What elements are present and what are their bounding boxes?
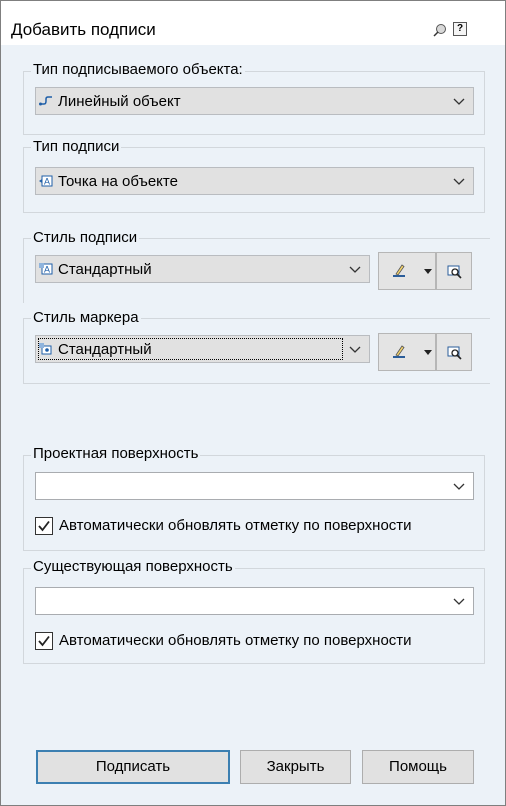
linear-object-icon (39, 96, 52, 106)
svg-text:A: A (44, 177, 50, 187)
edit-icon (393, 264, 405, 277)
label-type-dropdown[interactable]: A Точка на объекте (35, 167, 474, 195)
preview-icon (447, 346, 462, 360)
label-button[interactable]: Подписать (36, 750, 230, 784)
help-icon[interactable]: ? (453, 22, 467, 36)
label-style-value: Стандартный (58, 261, 152, 278)
design-auto-update-label: Автоматически обновлять отметку по повер… (59, 517, 412, 534)
existing-surface-group (23, 568, 485, 664)
preview-label-style-button[interactable] (436, 252, 472, 290)
design-surface-label: Проектная поверхность (31, 445, 201, 462)
svg-text:A: A (44, 265, 50, 275)
chevron-down-icon (349, 266, 361, 273)
checkmark-icon (38, 520, 50, 532)
caret-down-icon (424, 350, 432, 355)
object-type-value: Линейный объект (58, 93, 181, 110)
chevron-down-icon (453, 98, 465, 105)
edit-icon (393, 345, 405, 358)
checkmark-icon (38, 635, 50, 647)
existing-surface-label: Существующая поверхность (31, 558, 235, 575)
title-bar: Добавить подписи ? (1, 1, 505, 45)
preview-marker-style-button[interactable] (436, 333, 472, 371)
existing-auto-update-checkbox[interactable] (35, 632, 53, 650)
caret-down-icon (424, 269, 432, 274)
chevron-down-icon (349, 346, 361, 353)
marker-style-icon (39, 343, 52, 355)
existing-surface-dropdown[interactable] (35, 587, 474, 615)
design-surface-dropdown[interactable] (35, 472, 474, 500)
chevron-down-icon (453, 483, 465, 490)
chevron-down-icon (453, 178, 465, 185)
dialog-title: Добавить подписи (11, 20, 156, 39)
design-auto-update-checkbox[interactable] (35, 517, 53, 535)
marker-style-label: Стиль маркера (31, 309, 141, 326)
preview-icon (447, 265, 462, 279)
marker-style-value: Стандартный (58, 341, 152, 358)
label-style-icon: A (39, 263, 53, 275)
chevron-down-icon (453, 598, 465, 605)
point-label-icon: A (39, 175, 53, 187)
pin-icon[interactable] (433, 23, 447, 37)
close-button[interactable]: Закрыть (240, 750, 351, 784)
marker-style-dropdown[interactable]: Стандартный (35, 335, 370, 363)
object-type-label: Тип подписываемого объекта: (31, 61, 245, 78)
help-button[interactable]: Помощь (362, 750, 474, 784)
existing-auto-update-label: Автоматически обновлять отметку по повер… (59, 632, 412, 649)
object-type-dropdown[interactable]: Линейный объект (35, 87, 474, 115)
label-type-label: Тип подписи (31, 138, 122, 155)
add-labels-dialog: Добавить подписи ? Тип подписываемого об… (0, 0, 506, 806)
label-style-label: Стиль подписи (31, 229, 140, 246)
label-style-dropdown[interactable]: A Стандартный (35, 255, 370, 283)
design-surface-group (23, 455, 485, 551)
label-type-value: Точка на объекте (58, 173, 178, 190)
edit-label-style-button[interactable] (378, 252, 436, 290)
edit-marker-style-button[interactable] (378, 333, 436, 371)
